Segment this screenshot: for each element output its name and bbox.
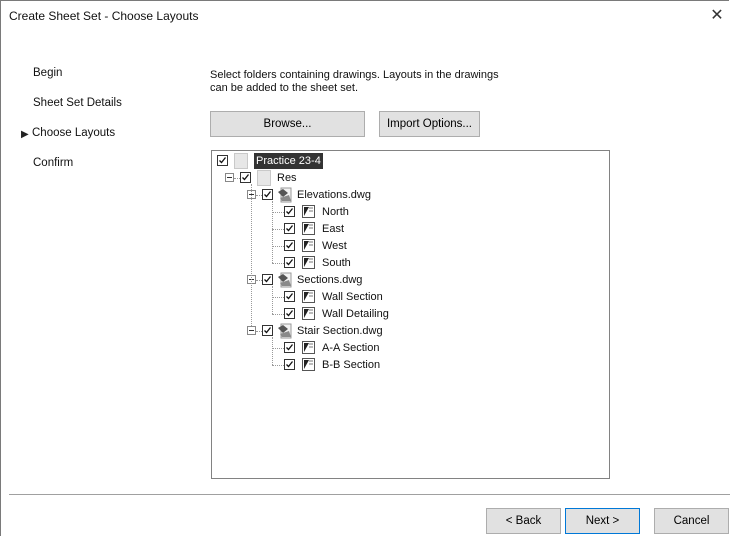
step-label: Confirm [33, 157, 74, 169]
cancel-button[interactable]: Cancel [654, 508, 729, 534]
collapse-minus-icon[interactable] [247, 326, 256, 335]
tree-item-label[interactable]: A-A Section [322, 340, 379, 356]
tree-connector [272, 286, 273, 314]
browse-button[interactable]: Browse... [210, 111, 365, 137]
tree-connector [272, 314, 284, 315]
checkbox-checked-icon[interactable] [217, 155, 228, 166]
step-label: Sheet Set Details [33, 97, 122, 109]
dwg-file-icon [277, 323, 293, 339]
tree-item-label[interactable]: Practice 23-4 [254, 153, 323, 169]
checkbox-checked-icon[interactable] [284, 291, 295, 302]
checkbox-checked-icon[interactable] [284, 359, 295, 370]
tree-connector [272, 348, 284, 349]
tree-item-label[interactable]: Sections.dwg [297, 272, 362, 288]
tree-connector [272, 337, 273, 365]
tree-item-label[interactable]: Wall Detailing [322, 306, 389, 322]
back-button[interactable]: < Back [486, 508, 561, 534]
wizard-steps: Begin Sheet Set Details ▶ Choose Layouts… [21, 67, 191, 187]
checkbox-checked-icon[interactable] [284, 308, 295, 319]
import-options-button[interactable]: Import Options... [379, 111, 480, 137]
tree-item-label[interactable]: West [322, 238, 347, 254]
layout-sheet-icon [302, 341, 315, 354]
tree-connector [272, 297, 284, 298]
tree-item-label[interactable]: North [322, 204, 349, 220]
checkbox-checked-icon[interactable] [262, 189, 273, 200]
play-arrow-icon: ▶ [21, 129, 29, 140]
tree-item-label[interactable]: South [322, 255, 351, 271]
step-confirm: Confirm [21, 157, 191, 187]
layout-sheet-icon [302, 239, 315, 252]
checkbox-checked-icon[interactable] [284, 206, 295, 217]
layout-sheet-icon [302, 290, 315, 303]
close-icon[interactable]: ✕ [707, 6, 727, 26]
tree-connector [272, 246, 284, 247]
tree-connector [272, 212, 284, 213]
tree-connector [272, 201, 273, 263]
tree-item-label[interactable]: Stair Section.dwg [297, 323, 383, 339]
step-label: Choose Layouts [32, 127, 116, 139]
checkbox-checked-icon[interactable] [284, 257, 295, 268]
drawing-tree[interactable]: Practice 23-4 Res Elevations.dwg North East W… [211, 150, 610, 479]
checkbox-checked-icon[interactable] [284, 240, 295, 251]
tree-item-label[interactable]: Elevations.dwg [297, 187, 371, 203]
checkbox-checked-icon[interactable] [262, 325, 273, 336]
dialog-title: Create Sheet Set - Choose Layouts [9, 9, 199, 23]
layout-sheet-icon [302, 205, 315, 218]
step-sheet-set-details: Sheet Set Details [21, 97, 191, 127]
tree-connector [272, 263, 284, 264]
layout-sheet-icon [302, 358, 315, 371]
tree-connector [272, 365, 284, 366]
tree-connector [272, 229, 284, 230]
tree-item-label[interactable]: East [322, 221, 344, 237]
title-bar: Create Sheet Set - Choose Layouts ✕ [1, 1, 729, 31]
checkbox-checked-icon[interactable] [284, 342, 295, 353]
create-sheet-set-dialog: Create Sheet Set - Choose Layouts ✕ Begi… [0, 0, 730, 536]
next-button[interactable]: Next > [565, 508, 640, 534]
tree-item-label[interactable]: B-B Section [322, 357, 380, 373]
layout-sheet-icon [302, 256, 315, 269]
folder-icon [234, 153, 248, 169]
step-begin: Begin [21, 67, 191, 97]
tree-connector [251, 184, 252, 326]
layout-sheet-icon [302, 307, 315, 320]
folder-icon [257, 170, 271, 186]
step-choose-layouts: ▶ Choose Layouts [21, 127, 191, 157]
checkbox-checked-icon[interactable] [262, 274, 273, 285]
tree-item-label[interactable]: Res [277, 170, 297, 186]
tree-item-label[interactable]: Wall Section [322, 289, 383, 305]
checkbox-checked-icon[interactable] [284, 223, 295, 234]
dwg-file-icon [277, 187, 293, 203]
collapse-minus-icon[interactable] [225, 173, 234, 182]
instruction-text: Select folders containing drawings. Layo… [210, 69, 499, 94]
step-label: Begin [33, 67, 63, 79]
layout-sheet-icon [302, 222, 315, 235]
dwg-file-icon [277, 272, 293, 288]
divider [9, 494, 730, 495]
checkbox-checked-icon[interactable] [240, 172, 251, 183]
